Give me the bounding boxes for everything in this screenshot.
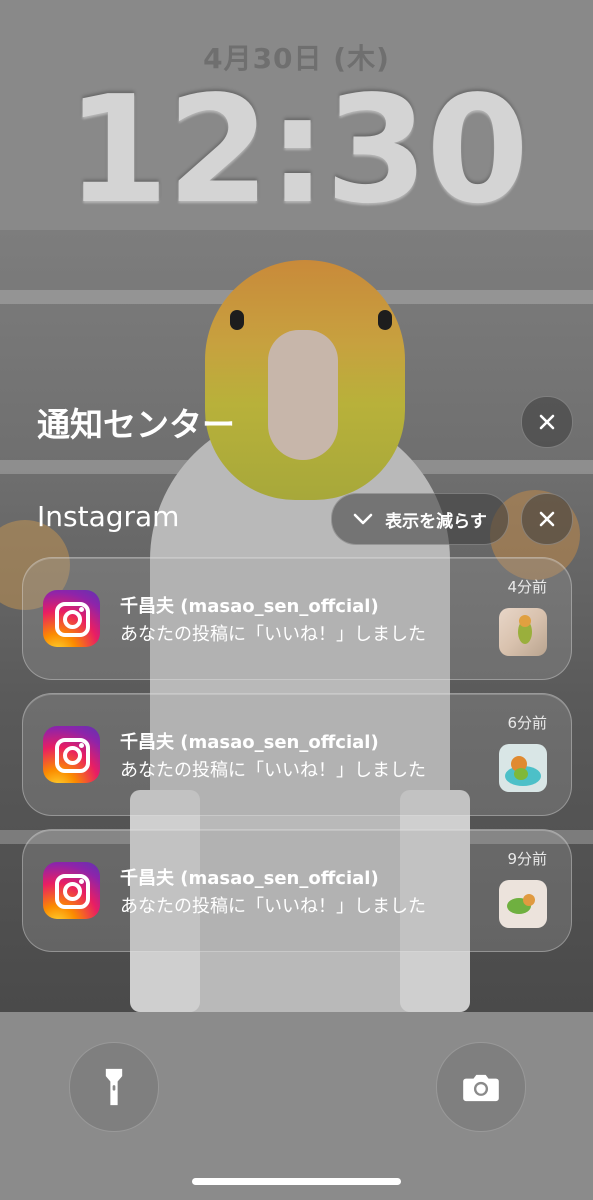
flashlight-icon <box>105 1068 123 1106</box>
camera-icon <box>463 1074 499 1102</box>
notification-card[interactable]: 千昌夫 (masao_sen_offcial) あなたの投稿に「いいね！」しまし… <box>22 693 572 816</box>
lockscreen-clock: 12:30 <box>65 64 529 236</box>
bird-eye <box>378 310 392 330</box>
show-less-button[interactable]: 表示を減らす <box>331 493 509 545</box>
post-thumbnail <box>499 608 547 656</box>
notification-time: 6分前 <box>507 714 547 732</box>
notification-center-title: 通知センター <box>37 405 235 444</box>
instagram-icon <box>43 726 100 783</box>
clear-all-button[interactable] <box>521 396 573 448</box>
notification-sender: 千昌夫 (masao_sen_offcial) <box>120 596 379 617</box>
notification-card[interactable]: 千昌夫 (masao_sen_offcial) あなたの投稿に「いいね！」しまし… <box>22 557 572 680</box>
flashlight-button[interactable] <box>69 1042 159 1132</box>
notification-body: あなたの投稿に「いいね！」しました <box>120 896 426 917</box>
instagram-icon <box>43 590 100 647</box>
post-thumbnail <box>499 744 547 792</box>
close-icon <box>539 414 555 430</box>
bird-beak <box>268 330 338 460</box>
chevron-down-icon <box>353 513 373 525</box>
clear-group-button[interactable] <box>521 493 573 545</box>
instagram-icon <box>43 862 100 919</box>
post-thumbnail <box>499 880 547 928</box>
group-app-name: Instagram <box>37 500 180 533</box>
notification-body: あなたの投稿に「いいね！」しました <box>120 624 426 645</box>
notification-time: 9分前 <box>507 850 547 868</box>
home-indicator[interactable] <box>192 1178 401 1185</box>
notification-body: あなたの投稿に「いいね！」しました <box>120 760 426 781</box>
notification-sender: 千昌夫 (masao_sen_offcial) <box>120 732 379 753</box>
bird-eye <box>230 310 244 330</box>
camera-button[interactable] <box>436 1042 526 1132</box>
notification-time: 4分前 <box>507 578 547 596</box>
show-less-label: 表示を減らす <box>385 511 487 532</box>
notification-card[interactable]: 千昌夫 (masao_sen_offcial) あなたの投稿に「いいね！」しまし… <box>22 829 572 952</box>
close-icon <box>539 511 555 527</box>
notification-sender: 千昌夫 (masao_sen_offcial) <box>120 868 379 889</box>
